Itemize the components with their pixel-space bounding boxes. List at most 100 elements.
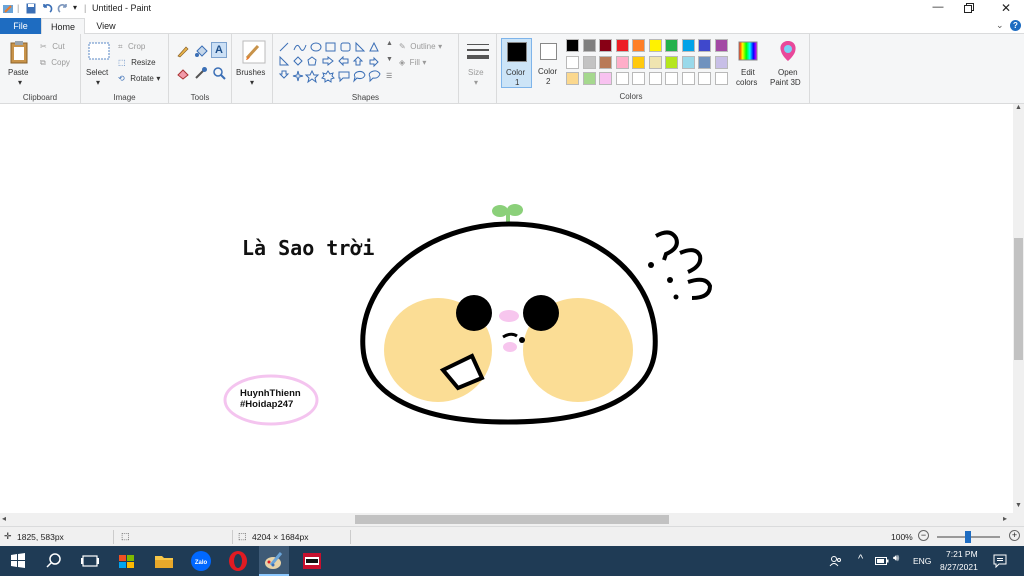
tab-view[interactable]: View	[85, 18, 127, 34]
color-swatch[interactable]	[648, 39, 662, 52]
color-swatch[interactable]	[648, 72, 662, 85]
color-swatch[interactable]	[665, 55, 678, 69]
color-swatch[interactable]	[698, 72, 711, 85]
color-swatch[interactable]	[632, 72, 645, 85]
scroll-right-icon[interactable]: ▸	[1003, 514, 1007, 523]
edit-colors-button[interactable]: Edit colors	[732, 38, 764, 90]
shapes-expand-icon[interactable]: ☰	[386, 72, 392, 80]
text-tool-icon[interactable]: A	[211, 42, 227, 58]
magnifier-icon[interactable]	[212, 66, 226, 80]
brushes-button[interactable]: Brushes ▾	[235, 38, 271, 90]
color1-button[interactable]: Color 1	[501, 38, 532, 88]
tab-home[interactable]: Home	[41, 18, 85, 35]
file-explorer-icon[interactable]	[152, 549, 176, 573]
color-swatch[interactable]	[681, 72, 695, 85]
quick-access-dropdown-icon[interactable]: ▾	[73, 3, 77, 12]
color2-button[interactable]: Color 2	[535, 38, 563, 88]
color-swatch[interactable]	[599, 55, 612, 69]
undo-icon[interactable]	[41, 3, 53, 14]
color-swatch[interactable]	[714, 39, 728, 52]
zoom-out-button[interactable]: −	[918, 530, 929, 541]
color-swatch[interactable]	[599, 39, 612, 52]
select-button[interactable]: Select ▾	[85, 40, 115, 88]
redo-icon[interactable]	[57, 3, 69, 14]
color-swatch[interactable]	[632, 55, 645, 69]
shapes-scroll-up-icon[interactable]: ▲	[386, 40, 393, 47]
collapse-ribbon-icon[interactable]: ⌄	[996, 20, 1004, 31]
paste-button[interactable]: Paste ▾	[5, 38, 35, 88]
clock-time[interactable]: 7:21 PM	[946, 549, 978, 559]
color-swatch[interactable]	[698, 55, 711, 69]
color-swatch[interactable]	[632, 39, 645, 52]
cut-button[interactable]: ✂ Cut	[40, 41, 65, 53]
clock-date[interactable]: 8/27/2021	[940, 562, 978, 572]
search-icon[interactable]	[42, 549, 66, 573]
zoom-in-button[interactable]: +	[1009, 530, 1020, 541]
scroll-down-icon[interactable]: ▼	[1015, 502, 1022, 509]
scroll-up-icon[interactable]: ▲	[1015, 104, 1022, 111]
zalo-app-icon[interactable]: Zalo	[189, 549, 213, 573]
shapes-gallery[interactable]	[277, 40, 387, 86]
horizontal-scroll-thumb[interactable]	[355, 515, 669, 524]
crop-button[interactable]: ⌗ Crop	[118, 41, 145, 52]
close-button[interactable]: ✕	[998, 1, 1014, 15]
color-swatch[interactable]	[615, 72, 629, 85]
color-swatch[interactable]	[566, 39, 579, 52]
color-swatch[interactable]	[582, 72, 596, 85]
zoom-slider-thumb[interactable]	[965, 531, 971, 543]
pencil-icon[interactable]	[176, 44, 190, 58]
open-paint3d-button[interactable]: Open Paint 3D	[768, 38, 808, 90]
color-swatch[interactable]	[681, 39, 695, 52]
canvas[interactable]: Là Sao trời HuynhThienn #Hoidap247	[0, 104, 1013, 513]
color-swatch[interactable]	[615, 39, 629, 52]
battery-icon[interactable]	[875, 556, 889, 566]
paint-app-icon[interactable]	[2, 3, 14, 15]
restore-button[interactable]	[964, 3, 975, 14]
color-swatch[interactable]	[648, 55, 662, 69]
shapes-scroll-down-icon[interactable]: ▼	[386, 56, 393, 63]
color-swatch[interactable]	[665, 72, 678, 85]
rotate-button[interactable]: ⟲ Rotate ▾	[118, 73, 160, 83]
copy-button[interactable]: ⧉ Copy	[40, 57, 70, 69]
color-swatch[interactable]	[566, 55, 579, 69]
scroll-left-icon[interactable]: ◂	[2, 514, 6, 523]
pinned-app-icon[interactable]	[300, 549, 324, 573]
task-view-icon[interactable]	[78, 549, 102, 573]
vertical-scroll-thumb[interactable]	[1014, 238, 1023, 360]
tab-file[interactable]: File	[0, 18, 41, 34]
outline-button[interactable]: ✎ Outline ▾	[399, 41, 442, 51]
color-swatch[interactable]	[582, 39, 596, 52]
color-swatch[interactable]	[599, 72, 612, 85]
paint-taskbar-button[interactable]	[259, 546, 289, 576]
people-icon[interactable]	[829, 555, 843, 567]
fill-button[interactable]: ◈ Fill ▾	[399, 57, 426, 67]
minimize-button[interactable]: —	[928, 1, 948, 13]
color-swatch[interactable]	[615, 55, 629, 69]
color-swatch[interactable]	[714, 72, 728, 85]
opera-browser-icon[interactable]	[226, 549, 250, 573]
help-icon[interactable]: ?	[1010, 20, 1021, 31]
color-swatch[interactable]	[665, 39, 678, 52]
store-app-icon[interactable]	[115, 549, 139, 573]
eraser-icon[interactable]	[176, 66, 190, 80]
windows-start-icon[interactable]	[6, 549, 30, 573]
fill-bucket-icon[interactable]	[194, 44, 208, 58]
color-palette	[564, 34, 730, 90]
color-swatch[interactable]	[714, 55, 728, 69]
input-language[interactable]: ENG	[913, 556, 931, 566]
save-icon[interactable]	[26, 3, 36, 14]
show-hidden-icons-icon[interactable]: ^	[858, 553, 863, 565]
vertical-scrollbar[interactable]: ▲ ▼	[1013, 104, 1024, 513]
volume-icon[interactable]: 🔊︎	[893, 553, 899, 564]
horizontal-scrollbar[interactable]: ◂ ▸	[0, 513, 1024, 526]
select-icon	[88, 42, 110, 60]
color-swatch[interactable]	[582, 55, 596, 69]
resize-button[interactable]: ⬚ Resize	[118, 57, 156, 67]
color-picker-icon[interactable]	[194, 66, 208, 80]
drawing[interactable]	[0, 104, 1013, 513]
color-swatch[interactable]	[698, 39, 711, 52]
color-swatch[interactable]	[566, 72, 579, 85]
size-button[interactable]: Size ▾	[463, 40, 493, 90]
notifications-icon[interactable]	[993, 554, 1007, 568]
color-swatch[interactable]	[681, 55, 695, 69]
